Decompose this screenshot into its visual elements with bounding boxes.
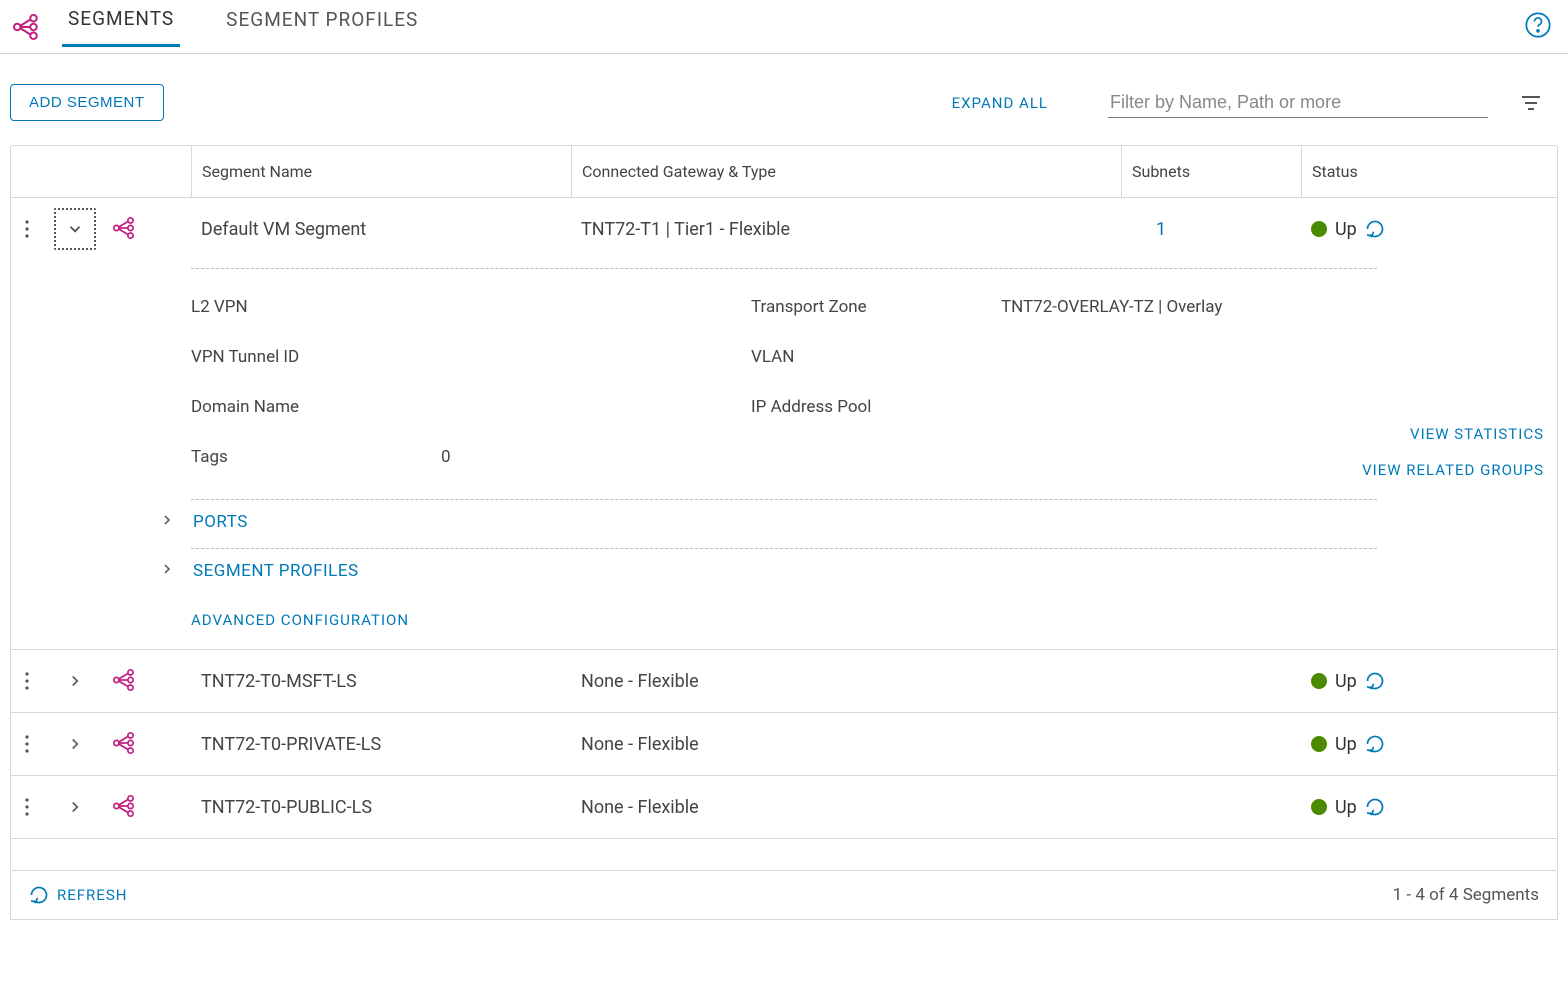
- filter-settings-icon[interactable]: [1518, 90, 1544, 116]
- status-dot-icon: [1311, 221, 1327, 237]
- status-dot-icon: [1311, 736, 1327, 752]
- gateway-type: None - Flexible: [571, 720, 1121, 769]
- refresh-status-icon[interactable]: [1365, 671, 1385, 691]
- gateway-type: None - Flexible: [571, 657, 1121, 706]
- kebab-icon[interactable]: [25, 220, 39, 238]
- header-bar: SEGMENTS SEGMENT PROFILES: [0, 0, 1568, 54]
- status-dot-icon: [1311, 799, 1327, 815]
- table-row: TNT72-T0-PRIVATE-LS None - Flexible Up: [11, 713, 1557, 776]
- vlan-value: [1001, 347, 1301, 367]
- table-header: Segment Name Connected Gateway & Type Su…: [11, 146, 1557, 198]
- toolbar: ADD SEGMENT EXPAND ALL: [0, 54, 1568, 145]
- add-segment-button[interactable]: ADD SEGMENT: [10, 84, 164, 121]
- segment-icon: [111, 667, 139, 695]
- expanded-detail: L2 VPN Transport Zone TNT72-OVERLAY-TZ |…: [11, 268, 1557, 650]
- tz-label: Transport Zone: [751, 297, 1001, 317]
- table-footer: REFRESH 1 - 4 of 4 Segments: [10, 871, 1558, 920]
- domain-value: [441, 397, 751, 417]
- segment-icon: [111, 793, 139, 821]
- segments-table: Segment Name Connected Gateway & Type Su…: [10, 145, 1558, 871]
- view-related-groups-link[interactable]: VIEW RELATED GROUPS: [1362, 461, 1544, 479]
- gateway-type: TNT72-T1 | Tier1 - Flexible: [571, 205, 1121, 254]
- subnets-link[interactable]: 1: [1121, 205, 1301, 254]
- segment-name: TNT72-T0-MSFT-LS: [191, 657, 571, 706]
- segment-name: Default VM Segment: [191, 205, 571, 254]
- collapse-button[interactable]: [54, 208, 96, 250]
- help-icon[interactable]: [1522, 9, 1554, 41]
- network-icon: [10, 11, 42, 43]
- refresh-status-icon[interactable]: [1365, 219, 1385, 239]
- segment-name: TNT72-T0-PRIVATE-LS: [191, 720, 571, 769]
- subnets: [1121, 730, 1301, 758]
- refresh-button[interactable]: REFRESH: [29, 885, 127, 905]
- l2vpn-label: L2 VPN: [191, 297, 441, 317]
- kebab-icon[interactable]: [25, 798, 39, 816]
- refresh-icon: [29, 885, 49, 905]
- filter-input[interactable]: [1108, 88, 1488, 118]
- pool-label: IP Address Pool: [751, 397, 1001, 417]
- chevron-right-icon[interactable]: [159, 512, 179, 532]
- ports-expand-link[interactable]: PORTS: [193, 512, 248, 532]
- status-text: Up: [1335, 219, 1357, 240]
- th-subnets: Subnets: [1121, 146, 1301, 197]
- segment-icon: [111, 730, 139, 758]
- segment-profiles-expand-link[interactable]: SEGMENT PROFILES: [193, 561, 359, 581]
- table-row: TNT72-T0-PUBLIC-LS None - Flexible Up: [11, 776, 1557, 838]
- th-status: Status: [1301, 146, 1557, 197]
- row-count: 1 - 4 of 4 Segments: [1393, 885, 1539, 905]
- table-row: TNT72-T0-MSFT-LS None - Flexible Up: [11, 650, 1557, 713]
- expand-button[interactable]: [54, 660, 96, 702]
- th-actions: [11, 146, 191, 197]
- expand-all-link[interactable]: EXPAND ALL: [952, 94, 1048, 112]
- view-statistics-link[interactable]: VIEW STATISTICS: [1410, 425, 1544, 443]
- segment-name: TNT72-T0-PUBLIC-LS: [191, 783, 571, 832]
- vlan-label: VLAN: [751, 347, 1001, 367]
- tab-segment-profiles[interactable]: SEGMENT PROFILES: [220, 8, 424, 45]
- th-segment-name: Segment Name: [191, 146, 571, 197]
- status-dot-icon: [1311, 673, 1327, 689]
- tab-segments[interactable]: SEGMENTS: [62, 7, 180, 47]
- pool-value: [1001, 397, 1301, 417]
- status-text: Up: [1335, 671, 1357, 692]
- advanced-config-link[interactable]: ADVANCED CONFIGURATION: [11, 593, 1557, 629]
- l2vpn-value: [441, 297, 751, 317]
- tunnel-label: VPN Tunnel ID: [191, 347, 441, 367]
- th-gateway: Connected Gateway & Type: [571, 146, 1121, 197]
- table-row: Default VM Segment TNT72-T1 | Tier1 - Fl…: [11, 198, 1557, 260]
- expand-button[interactable]: [54, 723, 96, 765]
- expand-button[interactable]: [54, 786, 96, 828]
- tz-value: TNT72-OVERLAY-TZ | Overlay: [1001, 297, 1301, 317]
- chevron-right-icon[interactable]: [159, 561, 179, 581]
- gateway-type: None - Flexible: [571, 783, 1121, 832]
- tags-value: 0: [441, 447, 751, 467]
- side-actions: VIEW STATISTICS VIEW RELATED GROUPS: [1362, 425, 1544, 479]
- tags-label: Tags: [191, 447, 441, 467]
- subnets: [1121, 793, 1301, 821]
- refresh-status-icon[interactable]: [1365, 797, 1385, 817]
- segment-icon: [111, 215, 139, 243]
- refresh-status-icon[interactable]: [1365, 734, 1385, 754]
- refresh-label: REFRESH: [57, 886, 127, 904]
- kebab-icon[interactable]: [25, 735, 39, 753]
- kebab-icon[interactable]: [25, 672, 39, 690]
- domain-label: Domain Name: [191, 397, 441, 417]
- tunnel-value: [441, 347, 751, 367]
- subnets: [1121, 667, 1301, 695]
- status-text: Up: [1335, 797, 1357, 818]
- status-text: Up: [1335, 734, 1357, 755]
